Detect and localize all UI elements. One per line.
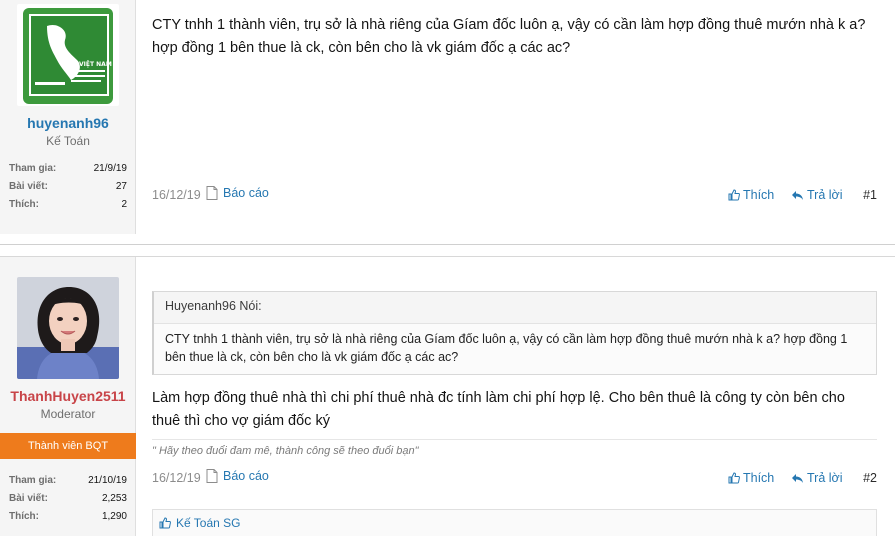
post: VIỆT NAM huyenanh96 Kế Toán Tham gia: 21…	[0, 0, 895, 234]
user-stats: Tham gia: 21/9/19 Bài viết: 27 Thích: 2	[9, 160, 127, 214]
reply-arrow-icon	[792, 190, 803, 200]
user-sidebar: VIỆT NAM huyenanh96 Kế Toán Tham gia: 21…	[0, 0, 136, 234]
stat-value: 27	[115, 181, 127, 192]
stat-row: Bài viết: 27	[9, 178, 127, 196]
message-text: CTY tnhh 1 thành viên, trụ sở là nhà riê…	[152, 17, 866, 56]
post-content: Huyenanh96 Nói: CTY tnhh 1 thành viên, t…	[152, 291, 877, 457]
user-stats: Tham gia: 21/10/19 Bài viết: 2,253 Thích…	[9, 472, 127, 526]
stat-key: Tham gia:	[9, 163, 57, 174]
post-date[interactable]: 16/12/19	[152, 188, 201, 202]
stat-value: 21/9/19	[93, 163, 127, 174]
post-footer: 16/12/19 Báo cáo Thích Trả lời #2	[152, 469, 877, 489]
stat-value: 2	[121, 199, 127, 210]
like-button[interactable]: Thích	[728, 188, 774, 202]
user-title: Moderator	[40, 407, 96, 421]
reply-arrow-icon	[792, 473, 803, 483]
report-label[interactable]: Báo cáo	[223, 469, 269, 483]
like-label[interactable]: Thích	[743, 471, 774, 485]
thumbs-up-icon	[728, 472, 740, 484]
post-footer: 16/12/19 Báo cáo Thích Trả lời #1	[152, 186, 877, 206]
stat-key: Tham gia:	[9, 475, 57, 486]
stat-row: Tham gia: 21/10/19	[9, 472, 127, 490]
like-button[interactable]: Thích	[728, 471, 774, 485]
stat-value: 21/10/19	[88, 475, 127, 486]
user-title: Kế Toán	[46, 134, 90, 148]
stat-row: Tham gia: 21/9/19	[9, 160, 127, 178]
document-icon	[206, 469, 218, 483]
stat-value: 1,290	[101, 511, 127, 522]
reply-label[interactable]: Trả lời	[807, 471, 843, 485]
stat-key: Bài viết:	[9, 181, 48, 192]
avatar[interactable]: VIỆT NAM	[17, 4, 119, 106]
stat-key: Thích:	[9, 511, 39, 522]
report-link[interactable]: Báo cáo	[206, 186, 269, 200]
post-number[interactable]: #1	[863, 188, 877, 202]
message-text: Làm hợp đồng thuê nhà thì chi phí thuê n…	[152, 390, 845, 429]
quote-text: CTY tnhh 1 thành viên, trụ sở là nhà riê…	[154, 324, 876, 374]
quote-block: Huyenanh96 Nói: CTY tnhh 1 thành viên, t…	[152, 291, 877, 375]
staff-banner: Thành viên BQT	[0, 433, 136, 459]
post: ThanhHuyen2511 Moderator Thành viên BQT …	[0, 256, 895, 536]
stat-key: Thích:	[9, 199, 39, 210]
report-label[interactable]: Báo cáo	[223, 186, 269, 200]
avatar[interactable]	[17, 277, 119, 379]
liked-by-user[interactable]: Kế Toán SG	[176, 516, 241, 530]
username[interactable]: huyenanh96	[0, 115, 136, 131]
svg-text:VIỆT NAM: VIỆT NAM	[79, 60, 112, 68]
post-content: CTY tnhh 1 thành viên, trụ sở là nhà riê…	[152, 14, 877, 60]
reply-label[interactable]: Trả lời	[807, 188, 843, 202]
stat-key: Bài viết:	[9, 493, 48, 504]
reply-button[interactable]: Trả lời	[791, 188, 843, 202]
stat-row: Thích: 2	[9, 196, 127, 214]
document-icon	[206, 186, 218, 200]
username[interactable]: ThanhHuyen2511	[0, 388, 136, 404]
signature: " Hãy theo đuổi đam mê, thành công sẽ th…	[152, 439, 877, 457]
stat-row: Thích: 1,290	[9, 508, 127, 526]
report-link[interactable]: Báo cáo	[206, 469, 269, 483]
likes-summary: Kế Toán SG	[152, 509, 877, 536]
post-divider	[0, 244, 895, 245]
post-date[interactable]: 16/12/19	[152, 471, 201, 485]
thumbs-up-icon	[728, 189, 740, 201]
quote-author[interactable]: Huyenanh96 Nói:	[154, 292, 876, 324]
reply-button[interactable]: Trả lời	[791, 471, 843, 485]
stat-value: 2,253	[101, 493, 127, 504]
stat-row: Bài viết: 2,253	[9, 490, 127, 508]
like-label[interactable]: Thích	[743, 188, 774, 202]
user-sidebar: ThanhHuyen2511 Moderator Thành viên BQT …	[0, 257, 136, 536]
thumbs-up-icon	[159, 517, 171, 529]
post-number[interactable]: #2	[863, 471, 877, 485]
